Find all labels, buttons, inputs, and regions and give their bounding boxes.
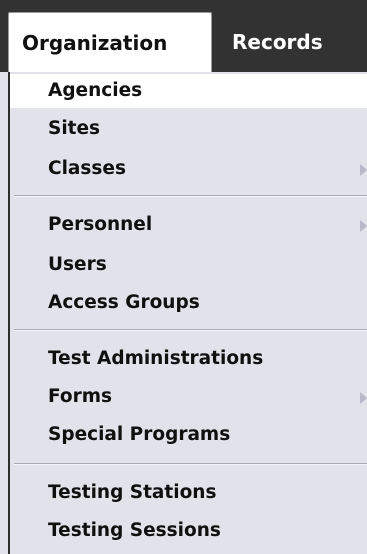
menu-item-label: Personnel: [48, 214, 153, 235]
menu-item-forms[interactable]: Forms: [10, 380, 367, 414]
menu-item-label: Classes: [48, 158, 126, 179]
menu-item-sites[interactable]: Sites: [10, 112, 367, 146]
menu-item-agencies[interactable]: Agencies: [10, 74, 367, 108]
menu-item-access-groups[interactable]: Access Groups: [10, 286, 367, 320]
menu-item-label: Users: [48, 254, 107, 275]
menu-item-label: Testing Sessions: [48, 520, 221, 541]
menu-item-special-programs[interactable]: Special Programs: [10, 418, 367, 452]
menu-item-classes[interactable]: Classes: [10, 152, 367, 186]
tab-records[interactable]: Records: [230, 12, 367, 72]
menu-item-label: Testing Stations: [48, 482, 217, 503]
menu-item-test-administrations[interactable]: Test Administrations: [10, 342, 367, 376]
menu-bar: Organization Records: [0, 0, 367, 72]
chevron-right-icon: [360, 392, 367, 404]
chevron-right-icon: [360, 220, 367, 232]
menu-item-label: Special Programs: [48, 424, 231, 445]
menu-divider: [14, 463, 367, 465]
chevron-right-icon: [360, 164, 367, 176]
menu-divider: [14, 329, 367, 331]
menu-item-label: Agencies: [48, 80, 143, 101]
menu-item-personnel[interactable]: Personnel: [10, 208, 367, 242]
menu-item-testing-sessions[interactable]: Testing Sessions: [10, 514, 367, 548]
menu-item-label: Sites: [48, 118, 101, 139]
menu-item-label: Forms: [48, 386, 113, 407]
menu-item-testing-stations[interactable]: Testing Stations: [10, 476, 367, 510]
menu-divider: [14, 195, 367, 197]
menu-item-label: Access Groups: [48, 292, 200, 313]
organization-dropdown-menu: Agencies Sites Classes Personnel Users A…: [8, 72, 367, 554]
tab-organization[interactable]: Organization: [8, 12, 212, 72]
menu-item-users[interactable]: Users: [10, 248, 367, 282]
menu-item-label: Test Administrations: [48, 348, 264, 369]
